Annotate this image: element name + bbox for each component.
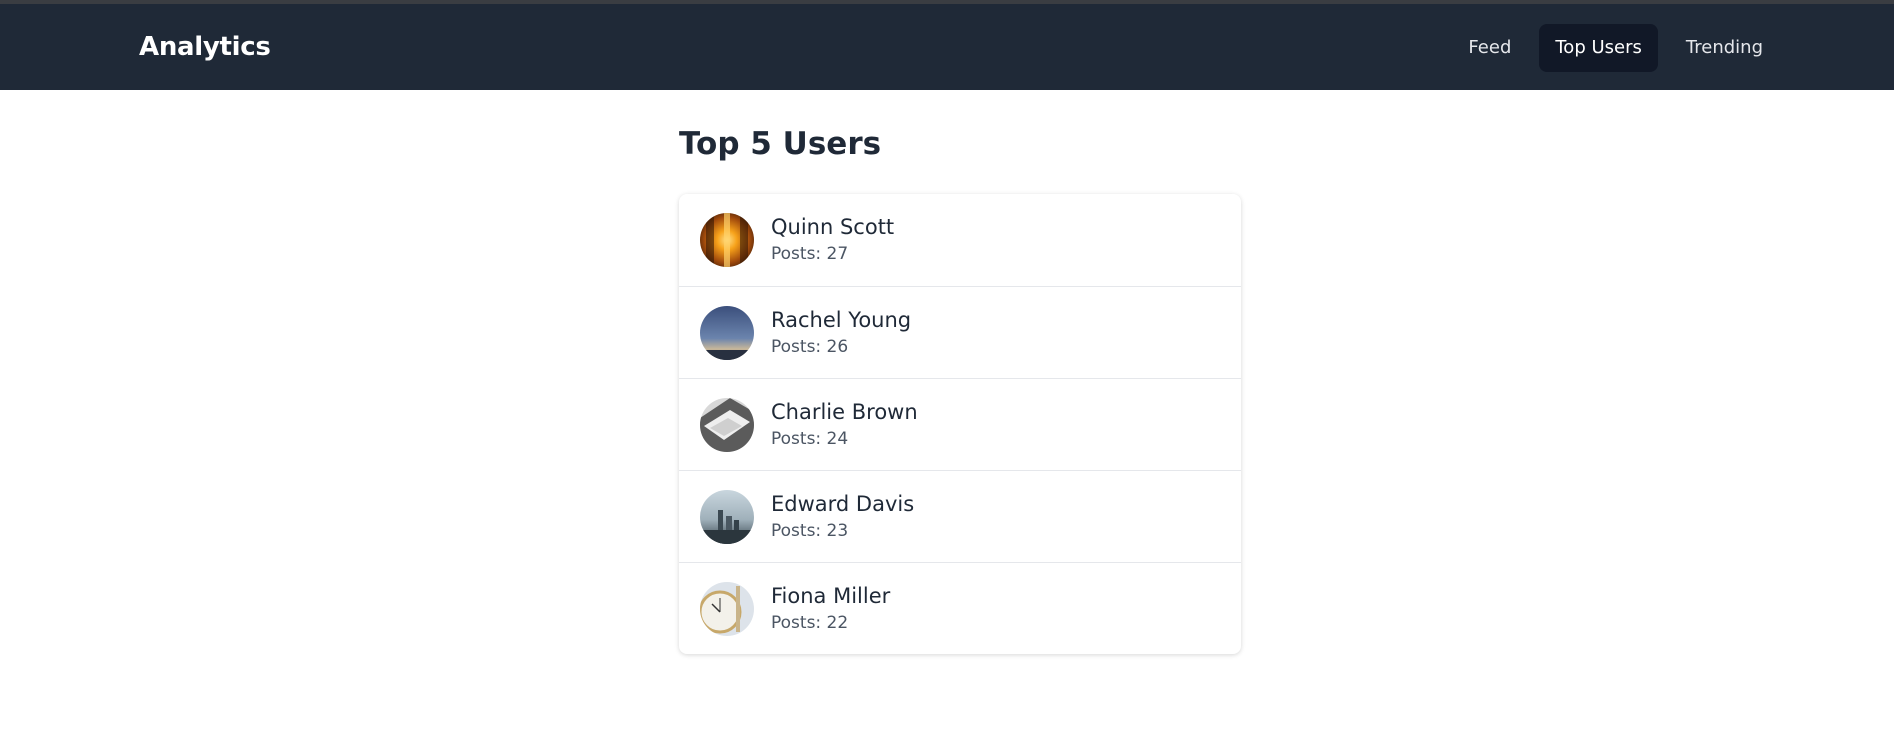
list-item[interactable]: Quinn Scott Posts: 27 [679,194,1241,286]
user-list: Quinn Scott Posts: 27 Rachel Young Posts… [679,194,1241,654]
main-content: Top 5 Users Quinn Scott Posts: 27 Rachel… [679,90,1241,654]
avatar [700,305,754,360]
user-post-count: Posts: 24 [771,428,849,449]
list-item[interactable]: Edward Davis Posts: 23 [679,470,1241,562]
list-item[interactable]: Rachel Young Posts: 26 [679,286,1241,378]
user-name: Rachel Young [771,307,912,332]
nav-trending[interactable]: Trending [1670,24,1779,72]
avatar [700,213,754,267]
avatar [700,581,754,636]
user-name: Edward Davis [771,491,915,516]
user-post-count: Posts: 27 [771,244,849,264]
avatar [700,397,754,452]
list-item[interactable]: Charlie Brown Posts: 24 [679,378,1241,470]
nav-top-users[interactable]: Top Users [1539,24,1658,72]
brand-logo-text[interactable]: Analytics [139,32,271,62]
user-post-count: Posts: 23 [771,520,849,541]
page-title: Top 5 Users [679,126,882,162]
avatar [700,489,754,544]
user-post-count: Posts: 22 [771,612,849,633]
nav-feed[interactable]: Feed [1452,24,1527,72]
user-name: Fiona Miller [771,583,891,608]
user-post-count: Posts: 26 [771,336,849,357]
list-item[interactable]: Fiona Miller Posts: 22 [679,562,1241,654]
top-navigation-bar: Analytics Feed Top Users Trending [0,0,1894,90]
main-nav: Feed Top Users Trending [1452,24,1779,72]
user-name: Quinn Scott [771,215,895,239]
user-name: Charlie Brown [771,399,918,424]
